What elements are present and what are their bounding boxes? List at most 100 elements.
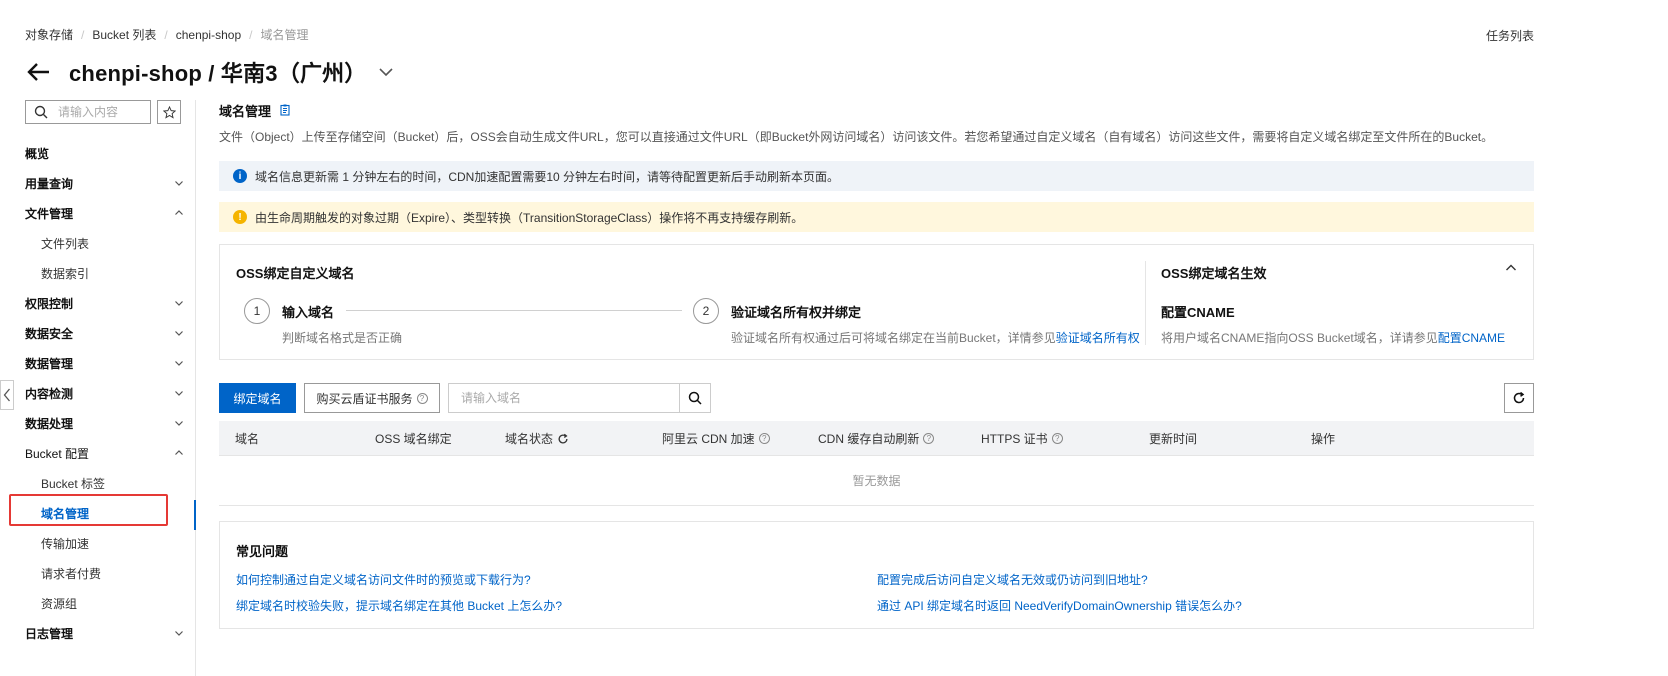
task-list-link[interactable]: 任务列表 (1486, 27, 1534, 44)
step-2: 2 验证域名所有权并绑定 (693, 298, 861, 324)
section-title: 域名管理 (219, 103, 272, 119)
sidebar-item-label: 用量查询 (25, 176, 74, 191)
sidebar-item-file-management[interactable]: 文件管理 (0, 198, 196, 228)
search-icon (688, 391, 702, 405)
highlight-annotation (9, 494, 168, 526)
sidebar-item-bucket-config[interactable]: Bucket 配置 (0, 438, 196, 468)
breadcrumb-item-oss[interactable]: 对象存储 (25, 26, 73, 43)
refresh-button[interactable] (1504, 383, 1534, 413)
toolbar: 绑定域名 购买云盾证书服务 ? (219, 383, 1534, 413)
main-content: 域名管理 文件（Object）上传至存储空间（Bucket）后，OSS会自动生成… (219, 100, 1534, 629)
chevron-down-icon (175, 361, 183, 366)
step-label: 验证域名所有权并绑定 (731, 304, 862, 320)
sidebar-item-requester-pays[interactable]: 请求者付费 (0, 558, 196, 588)
cname-description: 将用户域名CNAME指向OSS Bucket域名，详请参见配置CNAME (1161, 329, 1505, 346)
column-header-domain: 域名 (235, 421, 259, 456)
chevron-up-icon (175, 210, 183, 215)
verify-ownership-link[interactable]: 验证域名所有权 (1056, 331, 1140, 345)
column-header-oss-binding: OSS 域名绑定 (375, 421, 452, 456)
sidebar: 概览 用量查询 文件管理 文件列表 数据索引 权限控制 数据安全 数据管理 内容… (0, 100, 196, 676)
chevron-left-icon (3, 388, 10, 402)
sidebar-item-label: 数据索引 (41, 266, 90, 281)
faq-link[interactable]: 绑定域名时校验失败，提示域名绑定在其他 Bucket 上怎么办? (236, 597, 562, 614)
configure-cname-link[interactable]: 配置CNAME (1438, 331, 1505, 345)
table-header: 域名 OSS 域名绑定 域名状态 阿里云 CDN 加速? CDN 缓存自动刷新?… (219, 421, 1534, 456)
step-1: 1 输入域名 (244, 298, 334, 324)
column-header-cdn-refresh: CDN 缓存自动刷新? (818, 421, 935, 456)
faq-link[interactable]: 如何控制通过自定义域名访问文件时的预览或下载行为? (236, 571, 531, 588)
table-empty-state: 暂无数据 (219, 456, 1534, 506)
sidebar-item-label: 数据安全 (25, 326, 74, 341)
sidebar-item-overview[interactable]: 概览 (0, 138, 196, 168)
chevron-up-icon[interactable] (1505, 262, 1517, 274)
column-header-label: 域名 (235, 432, 260, 446)
sidebar-item-label: 数据管理 (25, 356, 74, 371)
column-header-label: 操作 (1311, 432, 1336, 446)
favorite-button[interactable] (157, 100, 181, 124)
breadcrumb-item-bucket-list[interactable]: Bucket 列表 (92, 26, 156, 43)
chevron-down-icon (175, 421, 183, 426)
sidebar-item-label: Bucket 标签 (41, 476, 106, 491)
sidebar-item-label: 内容检测 (25, 386, 74, 401)
info-alert: i 域名信息更新需 1 分钟左右的时间，CDN加速配置需要10 分钟左右时间，请… (219, 161, 1534, 191)
refresh-icon[interactable] (557, 433, 569, 445)
search-button[interactable] (679, 384, 710, 412)
info-alert-text: 域名信息更新需 1 分钟左右的时间，CDN加速配置需要10 分钟左右时间，请等待… (255, 169, 840, 184)
buy-certificate-button[interactable]: 购买云盾证书服务 ? (304, 383, 440, 413)
help-icon[interactable]: ? (923, 433, 935, 444)
sidebar-item-label: 文件列表 (41, 236, 90, 251)
section-header: 域名管理 (219, 100, 1534, 120)
page-title: chenpi-shop / 华南3（广州） (69, 61, 367, 86)
sidebar-item-label: 概览 (25, 146, 50, 161)
document-icon[interactable] (279, 104, 291, 116)
help-icon[interactable]: ? (1051, 433, 1063, 444)
column-header-label: HTTPS 证书 (981, 432, 1048, 446)
sidebar-item-file-list[interactable]: 文件列表 (0, 228, 196, 258)
sidebar-item-content-detection[interactable]: 内容检测 (0, 378, 196, 408)
column-header-label: OSS 域名绑定 (375, 432, 452, 446)
step-2-description: 验证域名所有权通过后可将域名绑定在当前Bucket，详情参见验证域名所有权 (731, 329, 1140, 346)
sidebar-nav: 概览 用量查询 文件管理 文件列表 数据索引 权限控制 数据安全 数据管理 内容… (0, 138, 196, 648)
chevron-down-icon[interactable] (377, 63, 395, 81)
sidebar-item-data-security[interactable]: 数据安全 (0, 318, 196, 348)
column-header-cdn: 阿里云 CDN 加速? (662, 421, 770, 456)
step-1-description: 判断域名格式是否正确 (282, 331, 403, 345)
cname-description-text: 将用户域名CNAME指向OSS Bucket域名，详请参见 (1161, 331, 1438, 345)
breadcrumb-separator: / (81, 27, 85, 42)
step-label: 输入域名 (282, 304, 335, 320)
cname-title: 配置CNAME (1161, 305, 1235, 320)
faq-title: 常见问题 (236, 544, 289, 559)
sidebar-item-resource-group[interactable]: 资源组 (0, 588, 196, 618)
back-arrow-icon[interactable] (25, 58, 53, 86)
sidebar-item-label: 数据处理 (25, 416, 74, 431)
bind-domain-button[interactable]: 绑定域名 (219, 383, 296, 413)
breadcrumb-item-bucket[interactable]: chenpi-shop (176, 28, 241, 42)
step-number: 2 (693, 298, 719, 324)
sidebar-item-label: 权限控制 (25, 296, 74, 311)
column-header-label: 阿里云 CDN 加速 (662, 432, 755, 446)
sidebar-item-access-control[interactable]: 权限控制 (0, 288, 196, 318)
faq-link[interactable]: 通过 API 绑定域名时返回 NeedVerifyDomainOwnership… (877, 597, 1242, 614)
effect-card-title: OSS绑定域名生效 (1161, 266, 1267, 281)
info-icon: i (233, 169, 247, 183)
breadcrumb-separator: / (249, 27, 253, 42)
column-header-label: CDN 缓存自动刷新 (818, 432, 920, 446)
sidebar-item-data-index[interactable]: 数据索引 (0, 258, 196, 288)
column-header-actions: 操作 (1311, 421, 1335, 456)
sidebar-item-transfer-acceleration[interactable]: 传输加速 (0, 528, 196, 558)
domain-search-input[interactable] (449, 384, 679, 412)
sidebar-item-label: 请求者付费 (41, 566, 102, 581)
faq-card: 常见问题 如何控制通过自定义域名访问文件时的预览或下载行为? 配置完成后访问自定… (219, 521, 1534, 629)
sidebar-item-usage[interactable]: 用量查询 (0, 168, 196, 198)
sidebar-item-data-management[interactable]: 数据管理 (0, 348, 196, 378)
help-icon[interactable]: ? (416, 392, 428, 404)
sidebar-item-log-management[interactable]: 日志管理 (0, 618, 196, 648)
refresh-icon (1513, 391, 1525, 404)
help-icon[interactable]: ? (758, 433, 770, 444)
faq-link[interactable]: 配置完成后访问自定义域名无效或仍访问到旧地址? (877, 571, 1148, 588)
warning-alert-text: 由生命周期触发的对象过期（Expire）、类型转换（TransitionStor… (255, 210, 804, 225)
chevron-down-icon (175, 301, 183, 306)
sidebar-collapse-handle[interactable] (0, 380, 14, 410)
sidebar-item-data-processing[interactable]: 数据处理 (0, 408, 196, 438)
sidebar-search-input[interactable] (56, 104, 146, 120)
